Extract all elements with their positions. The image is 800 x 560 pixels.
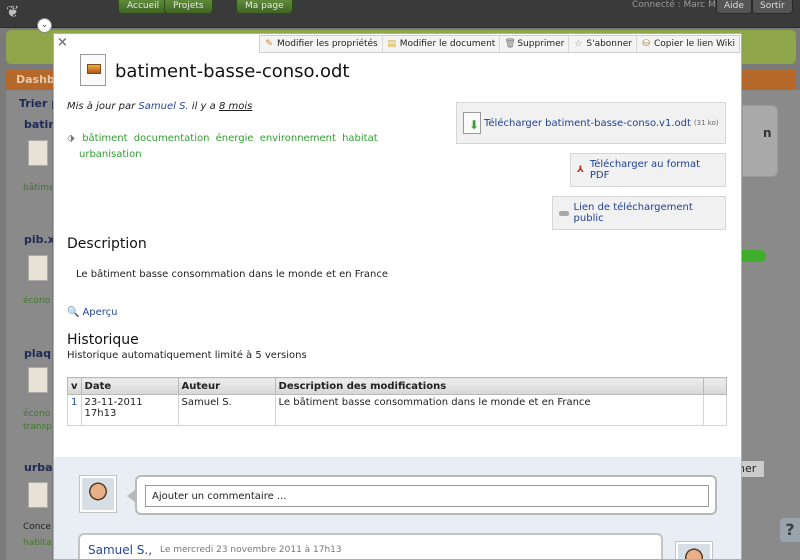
history-subtitle: Historique automatiquement limité à 5 ve… bbox=[67, 350, 307, 361]
document-title: batiment-basse-conso.odt bbox=[115, 61, 350, 82]
document-action-bar: ✎ Modifier les propriétés ▤ Modifier le do… bbox=[258, 35, 740, 53]
tag-link[interactable]: documentation bbox=[134, 133, 210, 144]
description-text: Le bâtiment basse consommation dans le m… bbox=[76, 269, 389, 280]
bg-doc-tag[interactable]: habita bbox=[23, 538, 51, 548]
chevron-down-icon[interactable]: ⌄ bbox=[37, 18, 52, 33]
history-header-row: v Date Auteur Description des modificati… bbox=[67, 377, 728, 395]
public-link-button[interactable]: Lien de téléchargement public bbox=[552, 196, 726, 230]
bg-doc-text: Conce bbox=[23, 522, 51, 532]
comment-input[interactable] bbox=[145, 485, 709, 507]
description-heading: Description bbox=[67, 236, 147, 252]
star-icon: ☆ bbox=[574, 39, 583, 49]
comment-date: Le mercredi 23 novembre 2011 à 17h13 bbox=[160, 545, 342, 555]
bg-doc-title[interactable]: pib.x bbox=[24, 233, 55, 246]
tag-link[interactable]: habitat bbox=[342, 133, 378, 144]
bg-doc-tag[interactable]: transp bbox=[23, 422, 52, 432]
download-label: Télécharger batiment-basse-conso.v1.odt bbox=[484, 117, 691, 129]
avatar bbox=[79, 475, 117, 513]
bg-doc-tag[interactable]: bâtime bbox=[23, 183, 55, 193]
tag-list: ⬗ bâtiment documentation énergie environ… bbox=[67, 131, 397, 163]
version-link[interactable]: 1 bbox=[67, 394, 82, 426]
bg-doc-tag[interactable]: écono bbox=[23, 296, 50, 306]
help-link[interactable]: Aide bbox=[716, 0, 752, 14]
col-date[interactable]: Date bbox=[80, 377, 179, 395]
pdf-icon: ⅄ bbox=[577, 165, 584, 175]
edit-document-label: Modifier le document bbox=[399, 39, 496, 49]
edit-document-button[interactable]: ▤ Modifier le document bbox=[381, 36, 500, 52]
bg-right-box-text: n bbox=[763, 126, 772, 140]
pencil-icon: ✎ bbox=[265, 39, 273, 49]
row-description: Le bâtiment basse consommation dans le m… bbox=[274, 394, 704, 426]
top-bar: ❦ Accueil Projets Ma page Connecté : Mar… bbox=[0, 0, 800, 28]
row-author: Samuel S. bbox=[177, 394, 276, 426]
download-icon bbox=[463, 112, 481, 134]
dashboard-title: Dashb bbox=[16, 73, 55, 86]
tag-link[interactable]: environnement bbox=[260, 133, 336, 144]
nav-ma-page[interactable]: Ma page bbox=[236, 0, 293, 14]
edit-properties-button[interactable]: ✎ Modifier les propriétés bbox=[260, 36, 382, 52]
preview-label: Aperçu bbox=[82, 307, 118, 318]
download-button[interactable]: Télécharger batiment-basse-conso.v1.odt … bbox=[456, 102, 726, 144]
col-author[interactable]: Auteur bbox=[177, 377, 276, 395]
tag-icon: ⬗ bbox=[67, 133, 75, 144]
document-modal: × ✎ Modifier les propriétés ▤ Modifier le … bbox=[53, 33, 742, 560]
comment-bubble bbox=[135, 475, 717, 515]
bg-doc-tag[interactable]: écono bbox=[23, 409, 50, 419]
download-pdf-label: Télécharger au format PDF bbox=[589, 159, 701, 181]
copy-wiki-link-label: Copier le lien Wiki bbox=[653, 39, 735, 49]
bg-doc-title[interactable]: urba bbox=[24, 461, 53, 474]
bg-doc-icon bbox=[28, 255, 48, 281]
tag-link[interactable]: urbanisation bbox=[79, 149, 142, 160]
col-version[interactable]: v bbox=[67, 377, 82, 395]
col-actions bbox=[702, 377, 728, 395]
tag-link[interactable]: bâtiment bbox=[82, 133, 127, 144]
update-prefix: Mis à jour par bbox=[67, 101, 136, 112]
comment-card: Samuel S., Le mercredi 23 novembre 2011 … bbox=[78, 533, 663, 559]
trash-icon: 🗑 bbox=[504, 39, 516, 49]
help-button[interactable]: ? bbox=[780, 518, 800, 542]
row-date: 23-11-2011 17h13 bbox=[80, 394, 179, 426]
row-actions bbox=[702, 394, 728, 426]
document-icon: ▤ bbox=[387, 39, 397, 49]
nav-accueil[interactable]: Accueil bbox=[118, 0, 169, 14]
edit-properties-label: Modifier les propriétés bbox=[276, 39, 378, 49]
bg-doc-icon bbox=[28, 482, 48, 508]
bg-doc-icon bbox=[28, 140, 48, 166]
link-icon bbox=[559, 210, 569, 216]
col-description[interactable]: Description des modifications bbox=[274, 377, 704, 395]
odt-file-icon bbox=[80, 54, 106, 86]
copy-wiki-link-button[interactable]: ⛁ Copier le lien Wiki bbox=[635, 36, 739, 52]
bg-doc-title[interactable]: plaq bbox=[24, 347, 51, 360]
history-table: v Date Auteur Description des modificati… bbox=[67, 377, 728, 426]
update-middle: il y a bbox=[191, 101, 216, 112]
logout-link[interactable]: Sortir bbox=[752, 0, 793, 14]
tag-link[interactable]: énergie bbox=[216, 133, 254, 144]
table-row: 1 23-11-2011 17h13 Samuel S. Le bâtiment… bbox=[67, 394, 728, 426]
bg-progress-indicator bbox=[742, 250, 766, 262]
subscribe-button[interactable]: ☆ S'abonner bbox=[568, 36, 636, 52]
preview-link[interactable]: 🔍 Aperçu bbox=[67, 307, 118, 318]
avatar bbox=[675, 541, 713, 559]
delete-button[interactable]: 🗑 Supprimer bbox=[499, 36, 568, 52]
delete-label: Supprimer bbox=[517, 39, 565, 49]
magnifier-icon: 🔍 bbox=[67, 307, 80, 318]
comment-author[interactable]: Samuel S., bbox=[88, 543, 152, 557]
connected-user: Connecté : Marc M. bbox=[632, 0, 719, 10]
download-size: (31 ko) bbox=[693, 119, 719, 127]
wiki-link-icon: ⛁ bbox=[642, 39, 650, 49]
close-icon[interactable]: × bbox=[57, 35, 68, 50]
public-link-label: Lien de téléchargement public bbox=[573, 202, 693, 224]
download-pdf-button[interactable]: ⅄ Télécharger au format PDF bbox=[570, 153, 726, 187]
bg-doc-icon bbox=[28, 367, 48, 393]
app-logo-icon[interactable]: ❦ bbox=[6, 2, 28, 22]
author-link[interactable]: Samuel S. bbox=[138, 101, 188, 112]
subscribe-label: S'abonner bbox=[586, 39, 632, 49]
update-age: 8 mois bbox=[218, 101, 253, 112]
bg-right-box: n bbox=[742, 105, 778, 177]
history-heading: Historique bbox=[67, 332, 139, 348]
nav-projets[interactable]: Projets bbox=[164, 0, 213, 14]
update-info: Mis à jour par Samuel S. il y a 8 mois bbox=[67, 101, 252, 112]
comments-section: Samuel S., Le mercredi 23 novembre 2011 … bbox=[54, 457, 741, 559]
